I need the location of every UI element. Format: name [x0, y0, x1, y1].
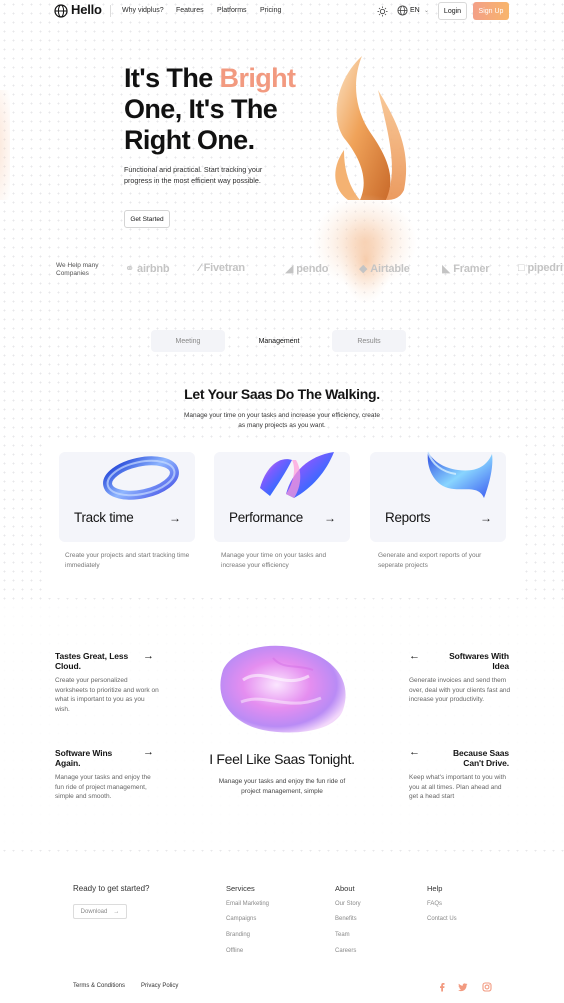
footer-link[interactable]: Benefits: [335, 916, 357, 922]
footer-column-heading: Help: [427, 884, 443, 893]
pipedrive-icon: □: [518, 262, 525, 274]
tab-results[interactable]: Results: [332, 330, 406, 352]
arrow-right-icon[interactable]: →: [480, 511, 492, 525]
feature-title: Tastes Great, Less Cloud.: [55, 651, 129, 671]
globe-logo-icon: [54, 4, 68, 18]
arrow-right-icon: →: [113, 908, 120, 915]
twitter-icon[interactable]: [458, 982, 468, 992]
decorative-glow: [0, 90, 10, 200]
footer-link[interactable]: Offline: [226, 948, 243, 954]
fivetran-icon: ⁄: [199, 262, 201, 274]
framer-icon: ◣: [442, 263, 451, 275]
arrow-left-icon[interactable]: ←: [409, 650, 420, 662]
tab-meeting[interactable]: Meeting: [151, 330, 225, 352]
section-title: Let Your Saas Do The Walking.: [184, 386, 380, 402]
card-reports[interactable]: Reports →: [370, 451, 506, 542]
feature-description: Keep what's important to you with you at…: [409, 774, 506, 801]
brand-logo-pendo: ◢ pendo: [285, 262, 329, 276]
card-performance[interactable]: Performance →: [214, 452, 350, 542]
language-globe-icon[interactable]: [397, 5, 408, 16]
brand-logo-fivetran: ⁄ Fivetran: [199, 262, 245, 274]
tab-management[interactable]: Management: [242, 330, 316, 352]
brand-logo-framer: ◣ Framer: [442, 262, 490, 276]
airtable-icon: ◆: [359, 263, 368, 275]
footer-link[interactable]: Careers: [335, 948, 356, 954]
brand-logo-airtable: ◆ Airtable: [359, 262, 410, 276]
theme-toggle-icon[interactable]: [377, 6, 388, 17]
feature-title: Softwares With Idea: [449, 651, 509, 671]
nav-link-platforms[interactable]: Platforms: [217, 7, 247, 14]
logo-text[interactable]: Hello: [71, 2, 102, 17]
center-subtitle: Manage your tasks and enjoy the fun ride…: [218, 778, 346, 795]
top-nav: Hello Why vidplus? Features Platforms Pr…: [0, 0, 564, 26]
card-description: Generate and export reports of your sepe…: [378, 552, 482, 569]
brand-logo-airbnb: ⚭ airbnb: [125, 262, 170, 276]
login-button[interactable]: Login: [438, 2, 467, 20]
arrow-right-icon[interactable]: →: [169, 511, 181, 525]
hero-title-accent: Bright: [219, 63, 296, 93]
nav-link-features[interactable]: Features: [176, 7, 204, 14]
pendo-icon: ◢: [285, 263, 294, 275]
footer-cta-heading: Ready to get started?: [73, 884, 150, 893]
chevron-down-icon[interactable]: ⌄: [424, 7, 429, 14]
hero-title: It's The Bright One, It's The Right One.: [124, 63, 296, 155]
footer-link[interactable]: Campaigns: [226, 916, 256, 922]
card-description: Create your projects and start tracking …: [65, 552, 190, 569]
terms-link[interactable]: Terms & Conditions: [73, 983, 125, 989]
card-title: Track time: [74, 510, 134, 525]
card-title: Reports: [385, 510, 431, 525]
footer-column-heading: Services: [226, 884, 255, 893]
signup-button[interactable]: Sign Up: [473, 2, 509, 20]
blue-glass-curve-3d-image: [427, 451, 493, 498]
footer-link[interactable]: Contact Us: [427, 916, 457, 922]
section-subtitle: Manage your time on your tasks and incre…: [184, 412, 380, 429]
card-title: Performance: [229, 510, 303, 525]
hero-subtitle: Functional and practical. Start tracking…: [124, 165, 263, 185]
footer-column-heading: About: [335, 884, 355, 893]
nav-link-pricing[interactable]: Pricing: [260, 7, 281, 14]
feature-description: Create your personalized worksheets to p…: [55, 677, 159, 713]
pink-cloth-3d-image: [220, 645, 346, 733]
footer-link[interactable]: Branding: [226, 932, 250, 938]
privacy-link[interactable]: Privacy Policy: [141, 983, 178, 989]
feature-description: Generate invoices and send them over, de…: [409, 677, 511, 704]
card-description: Manage your time on your tasks and incre…: [221, 552, 327, 569]
footer-link[interactable]: Email Marketing: [226, 901, 269, 907]
footer-link[interactable]: Team: [335, 932, 350, 938]
download-button[interactable]: Download →: [73, 904, 127, 919]
airbnb-icon: ⚭: [125, 263, 135, 275]
get-started-button[interactable]: Get Started: [124, 210, 170, 228]
footer-link[interactable]: Our Story: [335, 901, 361, 907]
holographic-twist-3d-image: [260, 452, 334, 498]
card-track-time[interactable]: Track time →: [59, 452, 195, 542]
instagram-icon[interactable]: [482, 982, 492, 992]
blue-ring-3d-image: [103, 456, 179, 500]
footer-link[interactable]: FAQs: [427, 901, 442, 907]
arrow-right-icon[interactable]: →: [324, 511, 336, 525]
companies-label: We Help many Companies: [56, 262, 99, 277]
arrow-right-icon[interactable]: →: [143, 650, 154, 662]
facebook-icon[interactable]: [437, 982, 447, 992]
nav-divider: [110, 5, 111, 17]
footer: [0, 852, 564, 1003]
nav-link-why[interactable]: Why vidplus?: [122, 7, 164, 14]
center-title: I Feel Like Saas Tonight.: [209, 751, 355, 767]
language-label[interactable]: EN: [410, 7, 420, 14]
brand-logo-pipedrive: □ pipedri: [518, 262, 563, 274]
feature-description: Manage your tasks and enjoy the fun ride…: [55, 774, 151, 801]
